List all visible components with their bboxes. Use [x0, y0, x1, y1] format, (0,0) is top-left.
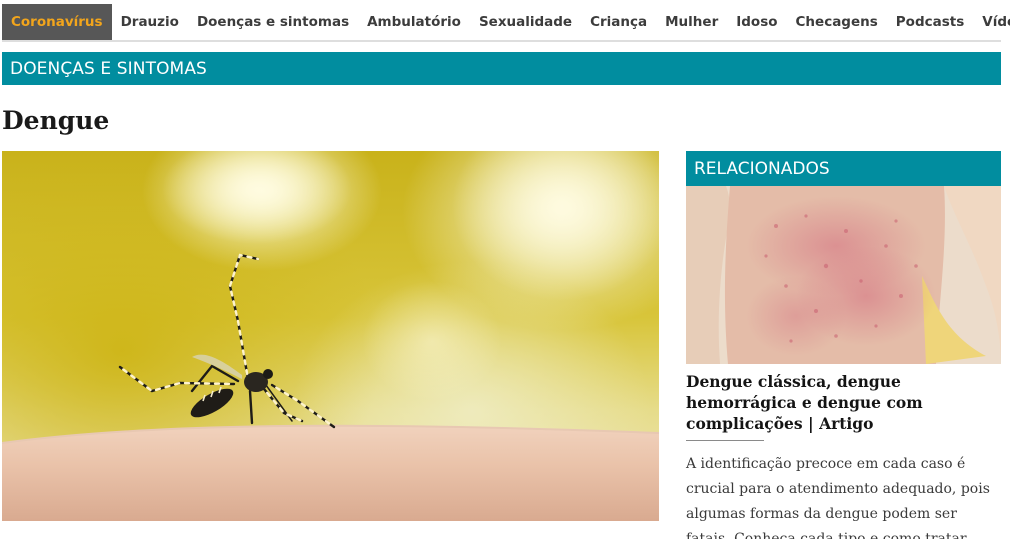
nav-item-sexualidade[interactable]: Sexualidade — [470, 4, 581, 40]
nav-item-videos[interactable]: Vídeos — [973, 4, 1010, 40]
nav-item-drauzio[interactable]: Drauzio — [112, 4, 188, 40]
section-label[interactable]: DOENÇAS E SINTOMAS — [10, 59, 207, 79]
nav-item-mulher[interactable]: Mulher — [656, 4, 727, 40]
related-divider — [686, 440, 764, 441]
section-banner[interactable]: DOENÇAS E SINTOMAS — [2, 52, 1001, 85]
nav-item-crianca[interactable]: Criança — [581, 4, 656, 40]
hero-image-mosquito — [2, 151, 659, 521]
nav-item-doencas-e-sintomas[interactable]: Doenças e sintomas — [188, 4, 358, 40]
related-article-image[interactable] — [686, 186, 1001, 364]
related-article-title[interactable]: Dengue clássica, dengue hemorrágica e de… — [686, 371, 986, 434]
related-heading: RELACIONADOS — [694, 158, 830, 179]
page-title: Dengue — [2, 106, 110, 135]
nav-item-coronavirus[interactable]: Coronavírus — [2, 4, 112, 40]
related-article-description: A identificação precoce em cada caso é c… — [686, 456, 990, 539]
main-nav: Coronavírus Drauzio Doenças e sintomas A… — [2, 4, 1010, 42]
nav-item-ambulatorio[interactable]: Ambulatório — [358, 4, 470, 40]
mosquito-illustration — [2, 151, 659, 521]
nav-item-podcasts[interactable]: Podcasts — [887, 4, 973, 40]
related-heading-bar: RELACIONADOS — [686, 151, 1001, 186]
rash-back-illustration — [686, 186, 1001, 364]
nav-item-idoso[interactable]: Idoso — [727, 4, 786, 40]
nav-item-checagens[interactable]: Checagens — [787, 4, 887, 40]
